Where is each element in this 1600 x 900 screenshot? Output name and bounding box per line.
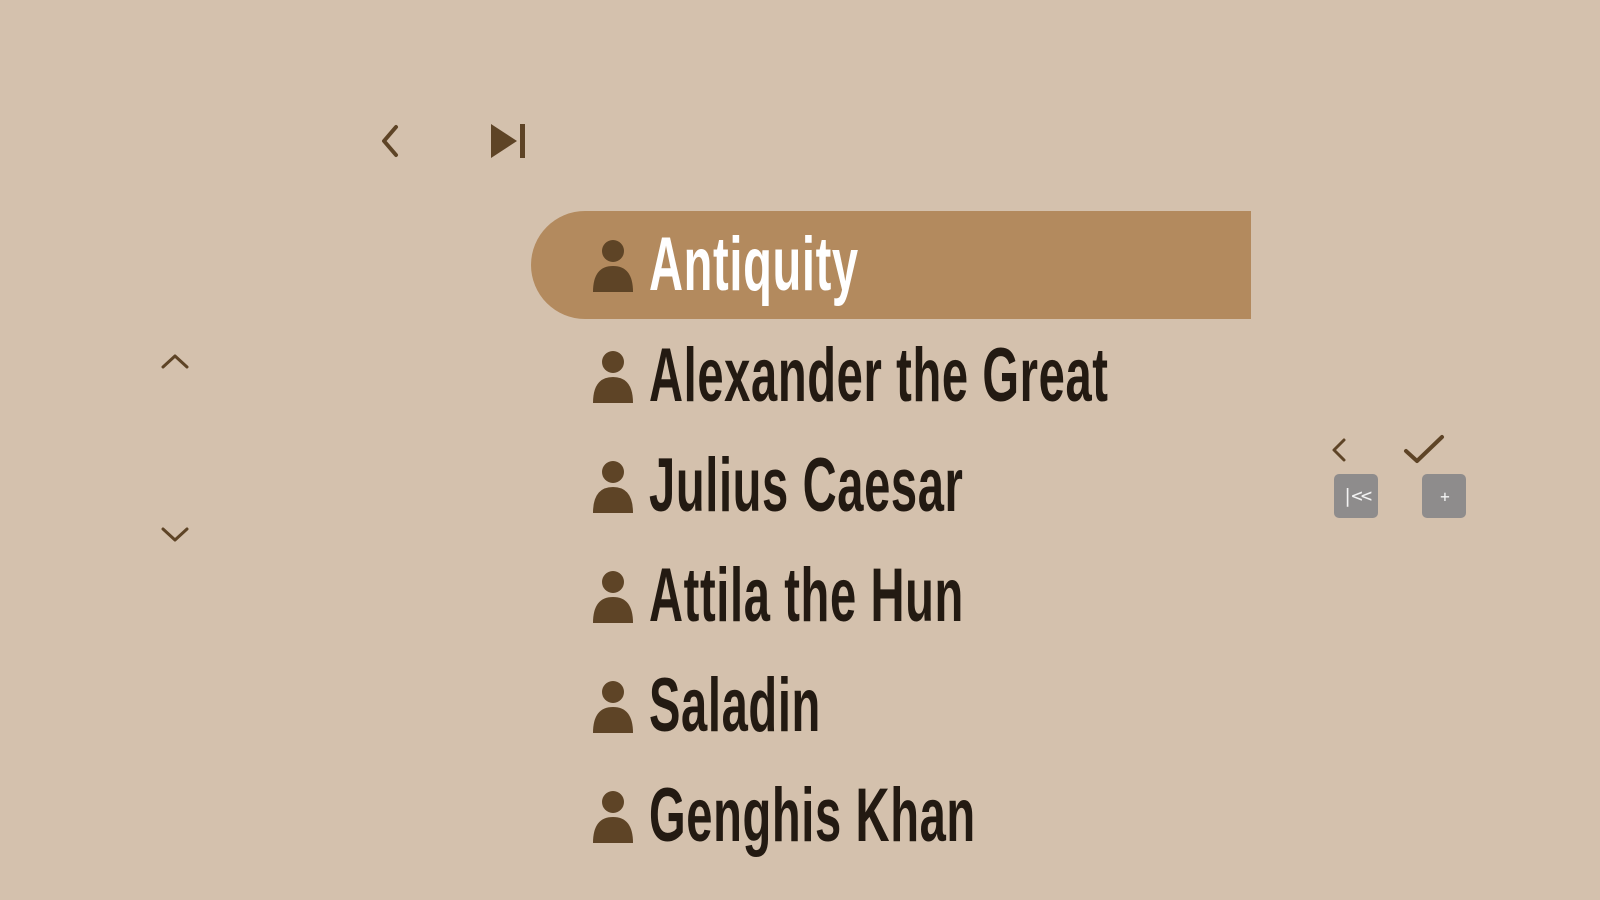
mini-back-button[interactable] (1324, 432, 1354, 468)
list-item-alexander-the-great[interactable]: Alexander the Great (531, 321, 1251, 431)
list-item-saladin[interactable]: Saladin (531, 651, 1251, 761)
figure-list: Antiquity Alexander the Great Julius Cae… (531, 211, 1251, 871)
list-item-label: Antiquity (649, 222, 859, 307)
person-icon (591, 237, 635, 293)
list-item-label: Saladin (649, 663, 821, 748)
confirm-button[interactable] (1400, 430, 1448, 470)
list-item-attila-the-hun[interactable]: Attila the Hun (531, 541, 1251, 651)
skip-to-end-button[interactable] (484, 118, 534, 164)
list-item-antiquity[interactable]: Antiquity (531, 211, 1251, 319)
checkmark-icon (1402, 433, 1446, 467)
list-item-label: Attila the Hun (649, 553, 964, 638)
list-item-genghis-khan[interactable]: Genghis Khan (531, 761, 1251, 871)
scroll-down-button[interactable] (150, 518, 200, 552)
skip-to-end-icon (489, 122, 529, 160)
person-icon (591, 678, 635, 734)
person-icon (591, 788, 635, 844)
first-key-badge: |<< (1334, 474, 1378, 518)
person-icon (591, 348, 635, 404)
plus-key-badge: + (1422, 474, 1466, 518)
scroll-up-button[interactable] (150, 344, 200, 378)
chevron-down-icon (160, 526, 190, 544)
list-item-label: Alexander the Great (649, 333, 1109, 418)
list-item-label: Genghis Khan (649, 773, 976, 858)
chevron-left-icon (1330, 436, 1348, 464)
back-button[interactable] (370, 118, 410, 164)
list-item-label: Julius Caesar (649, 443, 964, 528)
list-item-julius-caesar[interactable]: Julius Caesar (531, 431, 1251, 541)
action-hints: |<< + (1320, 428, 1470, 528)
person-icon (591, 568, 635, 624)
chevron-left-icon (378, 123, 402, 159)
chevron-up-icon (160, 352, 190, 370)
person-icon (591, 458, 635, 514)
